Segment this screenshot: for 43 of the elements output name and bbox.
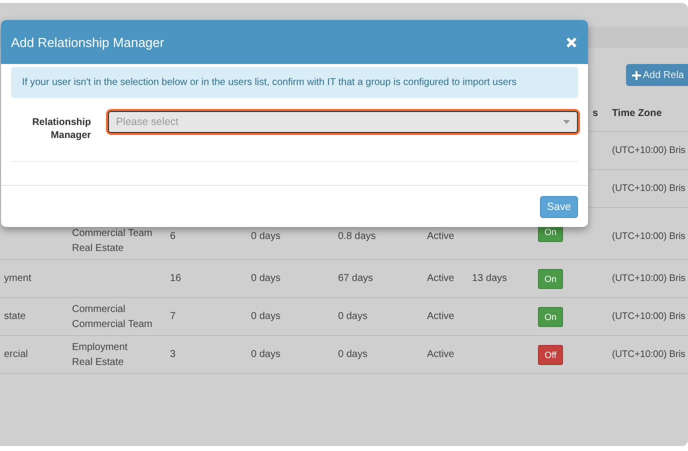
table-cell: (UTC+10:00) Bris (612, 273, 686, 284)
table-cell: 0 days (251, 273, 280, 284)
column-header: s (592, 108, 598, 118)
table-cell: 0 days (338, 311, 368, 322)
column-header: Time Zone (612, 108, 662, 118)
table-cell: 0.8 days (338, 231, 376, 242)
table-cell: 0 days (251, 349, 280, 360)
table-cell: (UTC+10:00) Bris (612, 145, 686, 156)
table-cell: Active (427, 349, 454, 360)
toggle-button[interactable]: On (538, 306, 563, 326)
table-cell: (UTC+10:00) Bris (612, 349, 686, 360)
toggle-button[interactable]: On (538, 268, 563, 288)
table-cell: (UTC+10:00) Bris (612, 183, 686, 194)
table-cell: Active (427, 231, 454, 242)
table-cell: 16 (170, 273, 182, 284)
table-cell-text: Employment Real Estate (72, 340, 128, 370)
plus-icon (632, 70, 641, 80)
table-cell: ercial (4, 349, 28, 360)
add-button[interactable]: Add Rela (626, 64, 688, 86)
table-cell: 0 days (251, 231, 280, 242)
toggle-button[interactable]: Off (538, 344, 563, 364)
table-cell: Active (427, 273, 454, 284)
info-alert: If your user isn't in the selection below or in the users list, confirm with IT that a group is configured to import users (11, 67, 578, 98)
dialog-title: Add Relationship Manager (11, 34, 164, 50)
close-icon[interactable] (566, 36, 577, 48)
table-cell: 3 (170, 349, 176, 360)
table-cell: Active (427, 311, 454, 322)
table-cell: (UTC+10:00) Bris (612, 311, 686, 322)
table-cell: state (4, 311, 26, 322)
field-label: Relationship Manager (31, 116, 91, 142)
table-cell: 0 days (338, 349, 368, 360)
table-cell: 13 days (472, 273, 508, 284)
table-cell-text: Commercial Team Real Estate (72, 227, 152, 256)
table-cell: (UTC+10:00) Bris (612, 231, 686, 242)
table-cell-text: Commercial Commercial Team (72, 302, 152, 332)
table-cell: 7 (170, 311, 176, 322)
caret-icon (563, 120, 570, 124)
table-cell: 0 days (251, 311, 280, 322)
table-cell: 67 days (338, 273, 374, 284)
table-cell: yment (4, 273, 32, 284)
select-field[interactable]: Please select (108, 111, 578, 133)
table-cell: 6 (170, 231, 176, 242)
save-button[interactable]: Save (540, 196, 578, 218)
